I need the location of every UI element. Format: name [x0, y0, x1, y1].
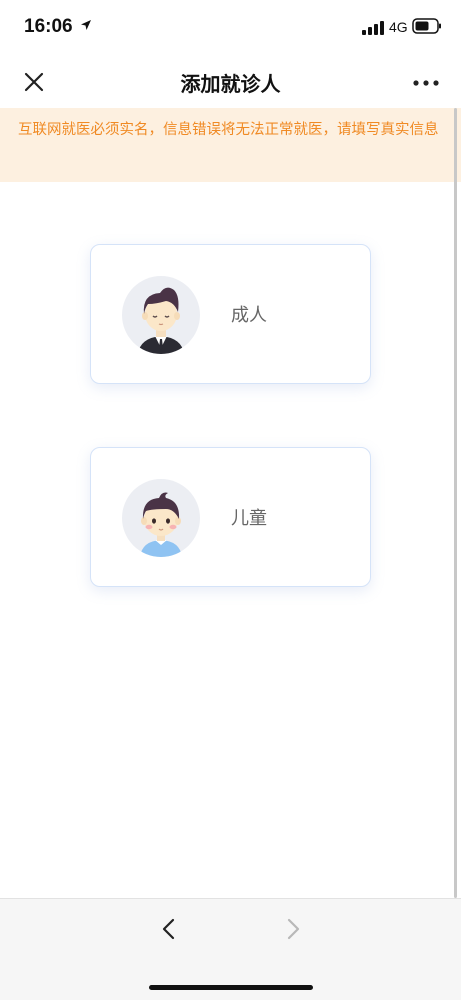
scrollbar[interactable]: [454, 108, 457, 898]
child-option-label: 儿童: [231, 508, 267, 529]
child-option-card[interactable]: 儿童: [90, 447, 371, 587]
more-icon[interactable]: [412, 78, 440, 88]
adult-option-label: 成人: [231, 305, 267, 326]
page-title: 添加就诊人: [180, 72, 281, 96]
browser-bottom-bar: [0, 898, 461, 1000]
home-indicator: [149, 985, 313, 990]
status-bar: 16:06 4G: [0, 0, 461, 56]
chevron-left-icon[interactable]: [158, 917, 180, 941]
signal-icon: [362, 21, 384, 35]
battery-icon: [412, 18, 441, 34]
adult-avatar-icon: [122, 276, 200, 354]
adult-option-card[interactable]: 成人: [90, 244, 371, 384]
status-time: 16:06: [24, 16, 73, 37]
child-avatar-icon: [122, 479, 200, 557]
network-type: 4G: [389, 19, 408, 35]
nav-bar: 添加就诊人: [0, 56, 461, 108]
location-arrow-icon: [81, 20, 91, 30]
notice-banner: 互联网就医必须实名，信息错误将无法正常就医，请填写真实信息: [0, 108, 461, 182]
chevron-right-icon[interactable]: [282, 917, 304, 941]
